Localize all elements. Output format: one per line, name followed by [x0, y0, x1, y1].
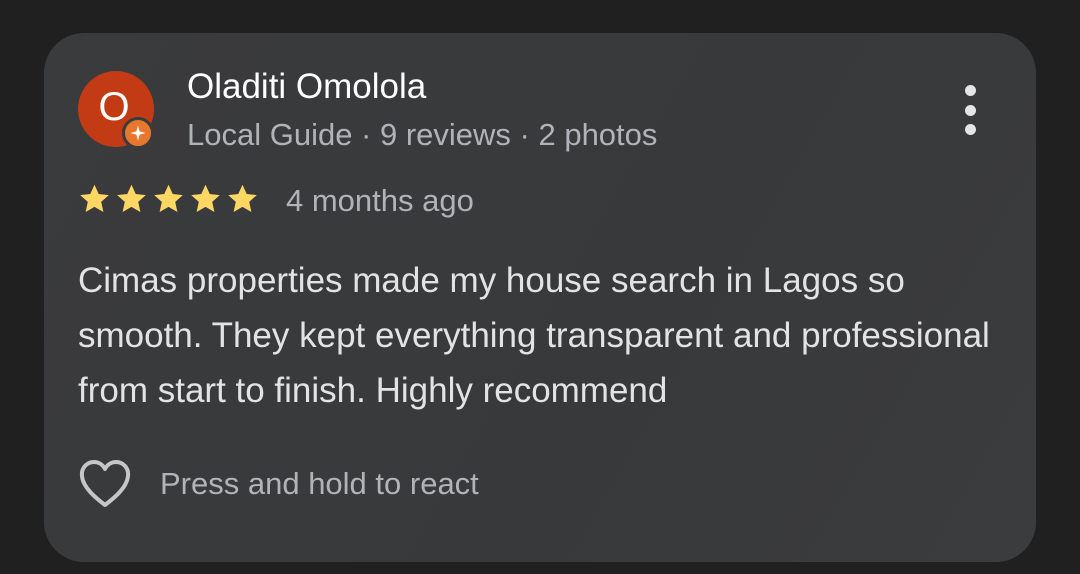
- review-text: Cimas properties made my house search in…: [78, 261, 990, 410]
- star-icon: [191, 184, 220, 212]
- react-hint: Press and hold to react: [160, 466, 479, 501]
- more-options-button[interactable]: [956, 85, 984, 135]
- review-card: O Oladiti Omolola Local Guide · 9 review…: [44, 33, 1036, 562]
- star-rating: [77, 181, 260, 217]
- local-guide-badge-icon: [122, 117, 154, 149]
- heart-outline-icon[interactable]: [77, 458, 133, 510]
- reviewer-meta: Local Guide · 9 reviews · 2 photos: [187, 117, 658, 152]
- star-icon: [80, 184, 109, 212]
- star-icon: [228, 184, 257, 212]
- star-icon: [154, 184, 183, 212]
- more-vertical-icon: [964, 85, 976, 96]
- reviewer-name[interactable]: Oladiti Omolola: [187, 67, 426, 107]
- star-icon: [117, 184, 146, 212]
- review-time: 4 months ago: [286, 183, 474, 218]
